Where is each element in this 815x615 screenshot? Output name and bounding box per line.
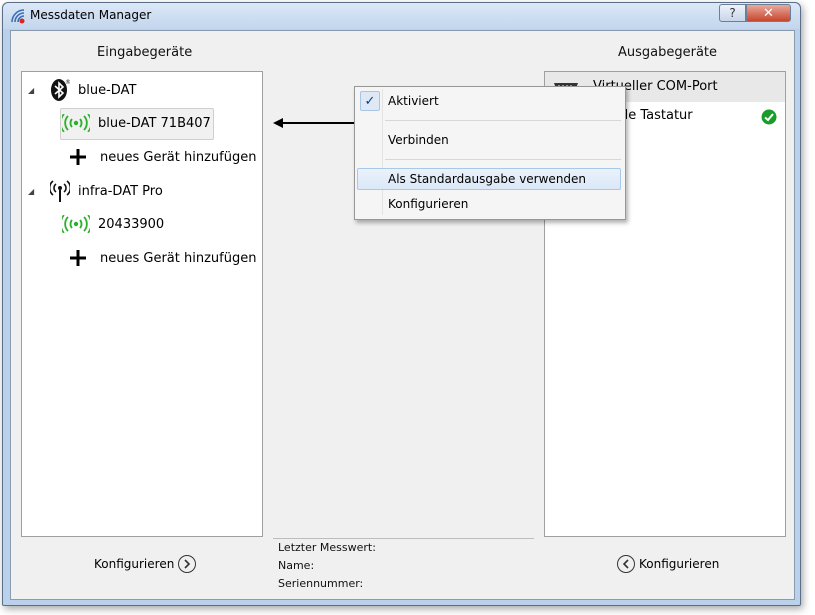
close-button[interactable]: ✕ [746,4,791,22]
menu-item-label: Aktiviert [388,94,439,108]
configure-label: Konfigurieren [94,557,175,571]
menu-item-label: Konfigurieren [388,197,469,211]
svg-text:®: ® [65,79,70,86]
menu-item-label: Als Standardausgabe verwenden [388,172,587,186]
add-device-label: neues Gerät hinzufügen [100,250,257,266]
output-devices-heading: Ausgabegeräte [618,45,718,60]
check-circle-icon [761,109,777,125]
context-menu: ✓ Aktiviert Verbinden Als Standardausgab… [354,86,626,220]
plus-icon [66,145,90,169]
bluetooth-icon: ® [46,78,74,102]
wireless-signal-icon [62,212,90,236]
collapse-arrow-icon[interactable]: ◢ [28,187,38,196]
menu-separator [385,159,621,160]
output-configure-button[interactable]: Konfigurieren [617,555,719,573]
menu-item-set-default-output[interactable]: Als Standardausgabe verwenden [357,168,621,190]
configure-label: Konfigurieren [639,557,720,571]
chevron-right-icon [178,555,197,573]
checkmark-icon: ✓ [360,91,380,111]
plus-icon [66,246,90,270]
tree-group-label: infra-DAT Pro [78,183,163,199]
device-label: blue-DAT 71B407 [98,115,211,131]
add-device-label: neues Gerät hinzufügen [100,149,257,165]
device-item-20433900[interactable]: 20433900 [62,212,164,236]
tree-group-blue-dat[interactable]: ◢ ® blue-DAT [28,78,136,102]
menu-item-activated[interactable]: ✓ Aktiviert [357,90,621,112]
collapse-arrow-icon[interactable]: ◢ [28,86,38,95]
last-value-label: Letzter Messwert: [278,541,376,554]
menu-separator [385,120,621,121]
window-title: Messdaten Manager [30,8,152,22]
chevron-left-icon [617,555,635,573]
input-devices-list[interactable]: ◢ ® blue-DAT blue-DAT 71B407 neues Gerät… [21,71,263,537]
tree-group-label: blue-DAT [78,82,137,98]
menu-item-configure[interactable]: Konfigurieren [357,193,621,215]
app-logo-icon [11,9,25,24]
serial-number-label: Seriennummer: [278,577,364,590]
device-item-blue-dat-71b407[interactable]: blue-DAT 71B407 [62,111,211,135]
tree-group-infra-dat-pro[interactable]: ◢ infra-DAT Pro [28,179,163,203]
device-label: 20433900 [98,216,165,232]
wireless-signal-icon [62,111,90,135]
menu-item-label: Verbinden [388,133,449,147]
antenna-icon [46,179,74,203]
info-divider [273,538,534,539]
input-devices-heading: Eingabegeräte [97,45,193,60]
title-bar[interactable]: Messdaten Manager ? ✕ [3,3,800,29]
add-device-blue-dat[interactable]: neues Gerät hinzufügen [66,145,256,169]
menu-item-connect[interactable]: Verbinden [357,129,621,151]
add-device-infra-dat[interactable]: neues Gerät hinzufügen [66,246,256,270]
name-label: Name: [278,559,315,572]
connection-arrow [273,118,363,128]
input-configure-button[interactable]: Konfigurieren [94,555,197,573]
help-button[interactable]: ? [719,4,746,22]
output-item-label: lle Tastatur [621,108,693,123]
